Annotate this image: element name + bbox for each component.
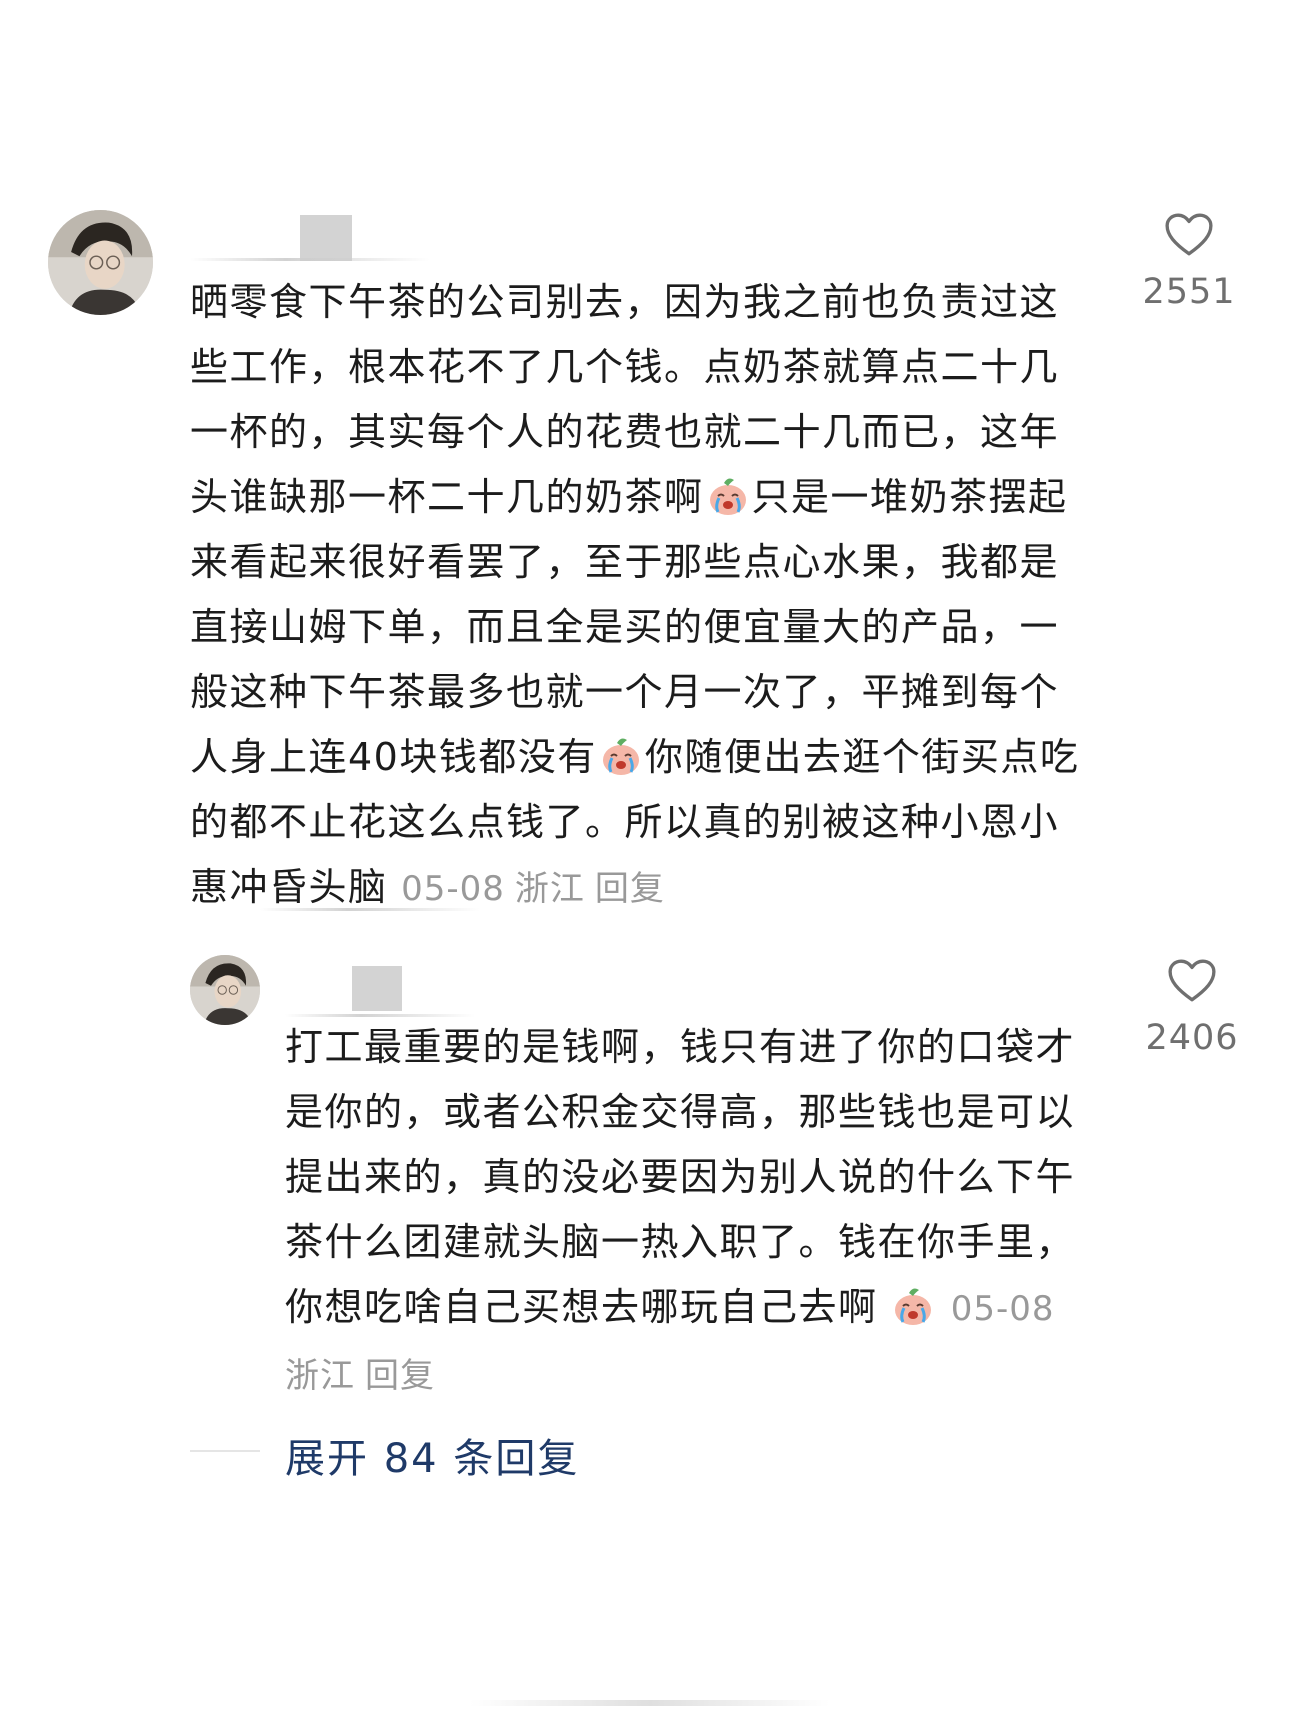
reply-text-part: 打工最重要的是钱啊，钱只有进了你的口袋才是你的，或者公积金交得高，那些钱也是可以… bbox=[285, 1025, 1076, 1329]
reply-button[interactable]: 回复 bbox=[365, 1356, 435, 1396]
heart-outline-icon bbox=[1168, 959, 1216, 1002]
like-count: 2406 bbox=[1145, 1018, 1239, 1058]
crying-peach-emoji-icon bbox=[891, 1283, 935, 1327]
expand-divider bbox=[190, 1450, 260, 1452]
avatar-photo bbox=[190, 955, 260, 1025]
redacted-username bbox=[352, 966, 402, 1011]
reply-text: 打工最重要的是钱啊，钱只有进了你的口袋才是你的，或者公积金交得高，那些钱也是可以… bbox=[285, 1015, 1095, 1409]
reply-location: 浙江 bbox=[285, 1356, 355, 1396]
avatar[interactable] bbox=[190, 955, 260, 1025]
bottom-redaction-fade bbox=[470, 1700, 830, 1706]
like-button[interactable]: 2406 bbox=[1127, 958, 1257, 1058]
expand-replies-button[interactable]: 展开 84 条回复 bbox=[285, 1426, 579, 1484]
reply-date: 05-08 bbox=[950, 1289, 1055, 1329]
reply-item: 打工最重要的是钱啊，钱只有进了你的口袋才是你的，或者公积金交得高，那些钱也是可以… bbox=[0, 0, 1290, 1420]
